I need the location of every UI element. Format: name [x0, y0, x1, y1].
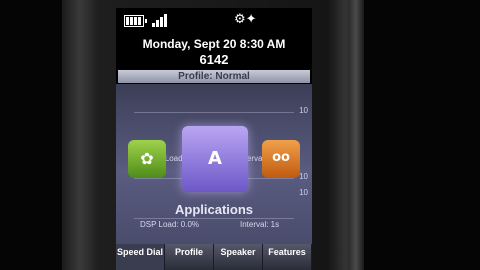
- softkey-profile[interactable]: Profile: [165, 244, 214, 270]
- graph-tick-label: 10: [299, 188, 308, 197]
- softkey-speed-dial[interactable]: Speed Dial: [116, 244, 165, 270]
- interval-text: Interval: 1s: [240, 220, 280, 229]
- softkey-bar: Speed Dial Profile Speaker Features: [116, 244, 312, 270]
- applications-carousel: 10 10 10 SP Load: 4.0% Interval: 1s ✿ A …: [116, 84, 312, 244]
- date-header: Monday, Sept 20 8:30 AM 6142: [116, 34, 312, 70]
- phone-screen: ⚙✦ Monday, Sept 20 8:30 AM 6142 Profile:…: [116, 8, 312, 270]
- bluetooth-icon: ⚙✦: [234, 12, 257, 27]
- settings-icon[interactable]: ✿: [128, 140, 166, 178]
- profile-bar: Profile: Normal: [118, 70, 310, 83]
- signal-bars-icon: [152, 13, 172, 27]
- phone-side-edge: [348, 0, 364, 270]
- softkey-features[interactable]: Features: [263, 244, 312, 270]
- battery-full-icon: [124, 15, 147, 27]
- voicemail-icon[interactable]: oo: [262, 140, 300, 178]
- date-time-text: Monday, Sept 20 8:30 AM: [142, 37, 286, 51]
- softkey-speaker[interactable]: Speaker: [214, 244, 263, 270]
- graph-tick-label: 10: [299, 172, 308, 181]
- dsp-load-text: DSP Load: 0.0%: [140, 220, 200, 229]
- applications-label: Applications: [174, 202, 253, 217]
- extension-number: 6142: [199, 52, 229, 67]
- graph-tick-label: 10: [299, 106, 308, 115]
- applications-folder-icon[interactable]: A: [182, 126, 248, 192]
